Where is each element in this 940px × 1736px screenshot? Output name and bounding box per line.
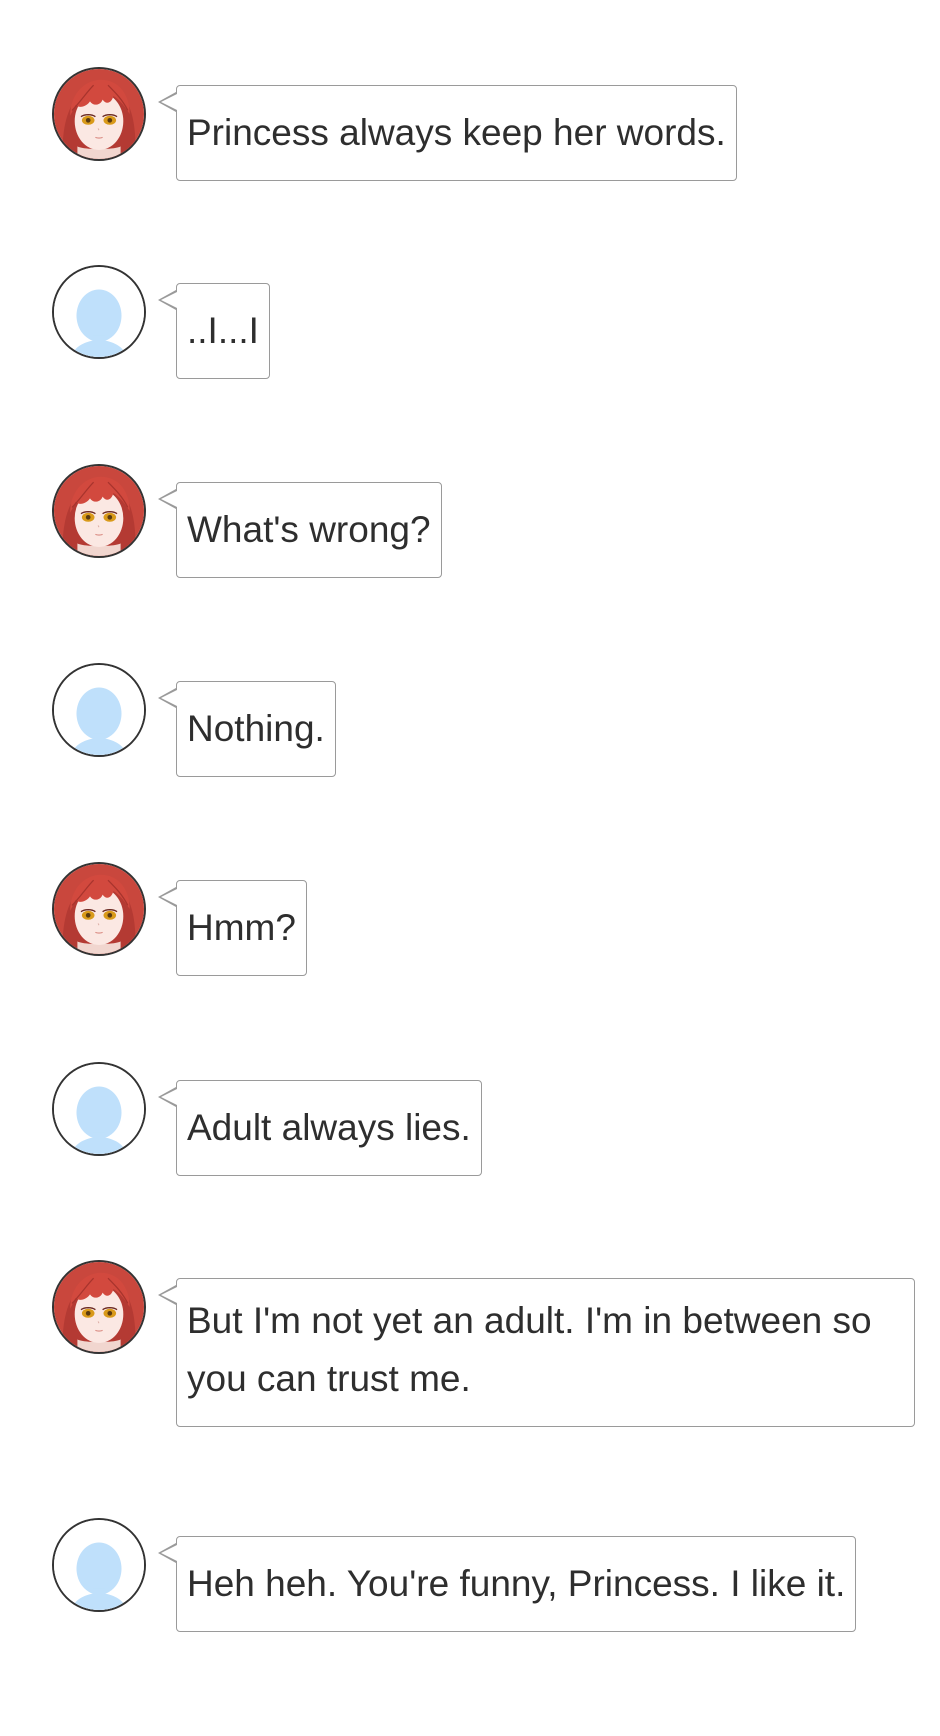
message-bubble: Nothing. [158,681,336,777]
chat-conversation: Princess always keep her words. ..I...I … [0,0,940,1736]
message-bubble: Adult always lies. [158,1080,482,1176]
default-user-avatar-icon[interactable] [52,1062,146,1156]
princess-avatar-icon[interactable] [52,464,146,558]
chat-message: What's wrong? [52,464,442,578]
chat-message: Adult always lies. [52,1062,482,1176]
default-user-avatar-icon[interactable] [52,265,146,359]
chat-message: Heh heh. You're funny, Princess. I like … [52,1518,857,1632]
message-bubble: What's wrong? [158,482,442,578]
chat-message: ..I...I [52,265,270,379]
chat-message: Hmm? [52,862,307,976]
default-user-avatar-icon[interactable] [52,663,146,757]
default-user-avatar-icon[interactable] [52,1518,146,1612]
princess-avatar-icon[interactable] [52,67,146,161]
message-bubble: ..I...I [158,283,270,379]
message-bubble: Princess always keep her words. [158,85,737,181]
chat-message: Princess always keep her words. [52,67,737,181]
princess-avatar-icon[interactable] [52,1260,146,1354]
message-bubble: But I'm not yet an adult. I'm in between… [158,1278,915,1427]
message-bubble: Hmm? [158,880,307,976]
message-bubble: Heh heh. You're funny, Princess. I like … [157,1536,857,1632]
chat-message: But I'm not yet an adult. I'm in between… [52,1260,915,1427]
princess-avatar-icon[interactable] [52,862,146,956]
chat-message: Nothing. [52,663,336,777]
